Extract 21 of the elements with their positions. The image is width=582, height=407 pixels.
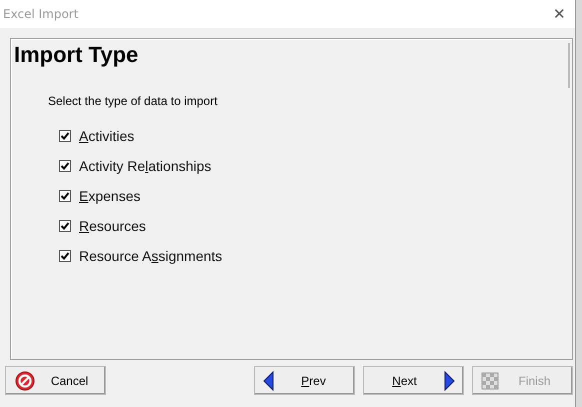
page-heading: Import Type [14, 42, 140, 68]
window-title: Excel Import [3, 7, 78, 21]
checkbox-label[interactable]: Resources [79, 218, 146, 234]
checkbox-label[interactable]: Resource Assignments [79, 248, 222, 264]
checkbox-label[interactable]: Activity Relationships [79, 158, 212, 174]
prev-button[interactable]: Prev [254, 366, 355, 395]
left-triangle-icon [263, 370, 275, 390]
checkbox[interactable] [59, 130, 71, 142]
right-triangle-icon [443, 370, 455, 390]
checkbox[interactable] [59, 220, 71, 232]
next-button[interactable]: Next [363, 366, 464, 395]
cancel-button[interactable]: Cancel [5, 366, 106, 395]
checkered-flag-icon [481, 372, 499, 390]
no-entry-icon [14, 370, 36, 392]
checkbox-label[interactable]: Expenses [79, 188, 140, 204]
close-button[interactable]: ✕ [553, 5, 566, 23]
checkbox-label[interactable]: Activities [79, 128, 134, 144]
checkbox[interactable] [59, 190, 71, 202]
checkbox[interactable] [59, 250, 71, 262]
checkbox[interactable] [59, 160, 71, 172]
instruction-text: Select the type of data to import [48, 94, 218, 108]
